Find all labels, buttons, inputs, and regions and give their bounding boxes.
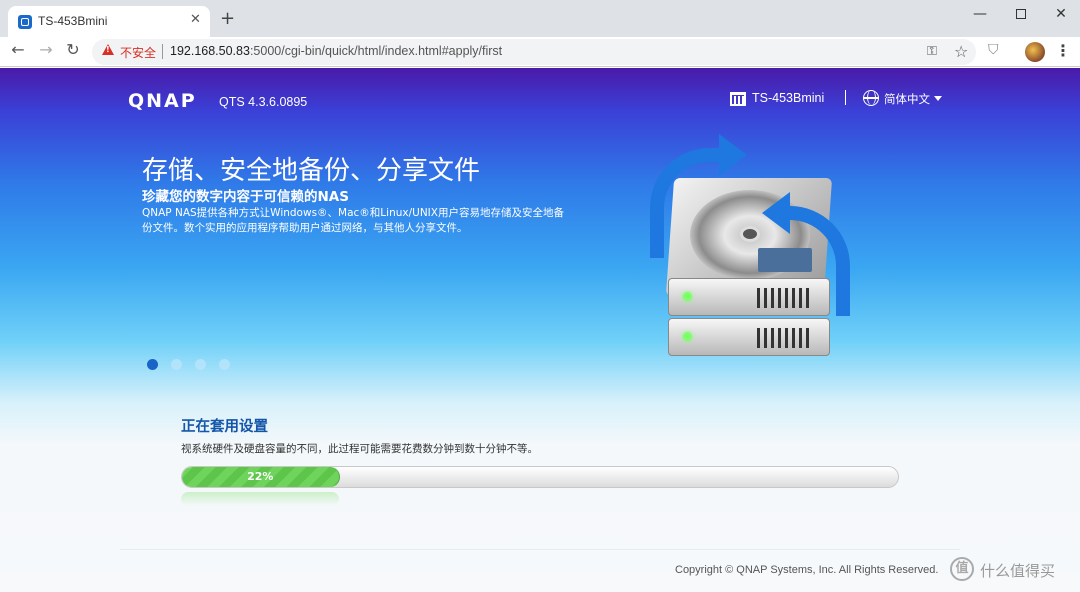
language-selector[interactable]: 简体中文	[884, 91, 930, 107]
hard-drive-backup-illustration	[640, 134, 860, 368]
progress-bar-reflection	[181, 492, 899, 506]
reload-button[interactable]: ↻	[63, 40, 83, 59]
progress-title: 正在套用设置	[181, 419, 268, 435]
progress-fill: 22%	[182, 467, 340, 487]
new-tab-button[interactable]: +	[220, 10, 235, 28]
hero-title: 存储、安全地备份、分享文件	[142, 156, 481, 186]
footer-divider	[120, 549, 960, 550]
url-path: :5000/cgi-bin/quick/html/index.html#appl…	[249, 44, 503, 58]
tab-close-icon[interactable]: ✕	[190, 12, 201, 27]
bookmark-star-icon[interactable]: ☆	[954, 42, 968, 61]
window-maximize-button[interactable]	[1006, 6, 1036, 23]
watermark-logo: 值	[950, 557, 974, 581]
drive-bay-1	[668, 278, 830, 316]
window-close-button[interactable]: ✕	[1046, 6, 1076, 22]
hero-subtitle: 珍藏您的数字内容于可信赖的NAS	[142, 189, 349, 205]
globe-icon[interactable]	[863, 90, 879, 106]
drive-led-1	[683, 292, 692, 301]
browser-tab-bar: TS-453Bmini ✕ + — ✕	[0, 0, 1080, 37]
header-divider	[845, 90, 846, 105]
drive-vents-2	[757, 328, 813, 348]
warning-icon[interactable]	[102, 44, 114, 55]
browser-tab[interactable]: TS-453Bmini ✕	[8, 6, 210, 37]
drive-vents-1	[757, 288, 813, 308]
nas-device-icon	[730, 92, 746, 106]
forward-button[interactable]: →	[36, 40, 56, 59]
url-host: 192.168.50.83	[170, 44, 250, 58]
extension-shield-icon[interactable]: ⛉	[988, 42, 999, 58]
carousel-dot-1[interactable]	[147, 359, 158, 370]
omnibox-divider	[162, 44, 163, 59]
copyright-text: Copyright © QNAP Systems, Inc. All Right…	[675, 564, 939, 576]
qnap-favicon-icon	[18, 15, 32, 29]
qts-version: QTS 4.3.6.0895	[219, 95, 308, 109]
back-button[interactable]: ←	[8, 40, 28, 59]
hdd-spindle	[740, 226, 760, 242]
carousel-dot-3[interactable]	[195, 359, 207, 370]
security-label[interactable]: 不安全	[120, 44, 156, 61]
qnap-logo: QNAP	[128, 90, 197, 112]
browser-toolbar: ← → ↻ 不安全 192.168.50.83:5000/cgi-bin/qui…	[0, 37, 1080, 67]
qnap-setup-page: QNAP QTS 4.3.6.0895 TS-453Bmini 简体中文 存储、…	[0, 68, 1080, 592]
watermark-text: 什么值得买	[980, 562, 1056, 580]
browser-menu-icon[interactable]: ⋮	[1055, 41, 1071, 60]
progress-bar: 22%	[181, 466, 899, 488]
window-minimize-button[interactable]: —	[965, 6, 995, 22]
carousel-dot-4[interactable]	[219, 359, 231, 370]
address-bar[interactable]: 不安全 192.168.50.83:5000/cgi-bin/quick/htm…	[92, 39, 976, 65]
device-name: TS-453Bmini	[752, 91, 825, 105]
drive-led-2	[683, 332, 692, 341]
maximize-icon	[1016, 9, 1026, 19]
drive-bay-2	[668, 318, 830, 356]
carousel-dots	[147, 355, 238, 370]
hero-description: QNAP NAS提供各种方式让Windows®、Mac®和Linux/UNIX用…	[142, 207, 564, 234]
tab-title: TS-453Bmini	[38, 14, 108, 28]
progress-percent: 22%	[247, 470, 274, 483]
profile-avatar[interactable]	[1025, 42, 1045, 62]
progress-description: 视系统硬件及硬盘容量的不同，此过程可能需要花费数分钟到数十分钟不等。	[181, 443, 538, 455]
key-icon[interactable]: ⚿	[927, 44, 937, 59]
carousel-dot-2[interactable]	[171, 359, 183, 370]
chevron-down-icon[interactable]	[934, 96, 942, 101]
progress-reflection-fill	[181, 492, 339, 506]
url-text[interactable]: 192.168.50.83:5000/cgi-bin/quick/html/in…	[170, 44, 502, 58]
